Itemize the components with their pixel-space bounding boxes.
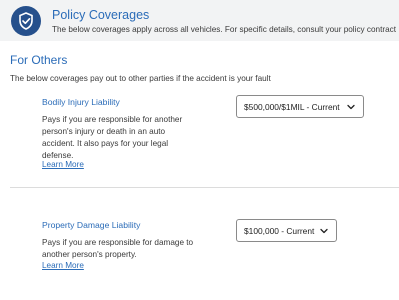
section-title: For Others [10,53,68,67]
coverage-select-value: $500,000/$1MIL - Current [244,101,340,112]
coverage-description-property-damage: Pays if you are responsible for damage t… [42,238,194,259]
shield-check-icon [11,6,41,36]
coverage-name-bodily-injury: Bodily Injury Liability [42,97,120,107]
coverage-select-bodily-injury[interactable]: $500,000/$1MIL - Current [236,95,364,118]
coverage-select-value: $100,000 - Current [244,225,315,236]
learn-more-link-bodily-injury[interactable]: Learn More [42,160,84,169]
page-title: Policy Coverages [52,8,150,22]
divider [10,187,399,188]
coverage-name-property-damage: Property Damage Liability [42,220,141,230]
chevron-down-icon [320,228,328,234]
page-subtitle: The below coverages apply across all veh… [52,25,397,34]
chevron-down-icon [347,104,355,110]
section-description: The below coverages pay out to other par… [10,74,271,83]
coverage-select-property-damage[interactable]: $100,000 - Current [236,219,337,242]
coverage-header: Policy Coverages The below coverages app… [0,0,399,41]
learn-more-link-property-damage[interactable]: Learn More [42,261,84,270]
coverage-description-bodily-injury: Pays if you are responsible for another … [42,115,183,160]
